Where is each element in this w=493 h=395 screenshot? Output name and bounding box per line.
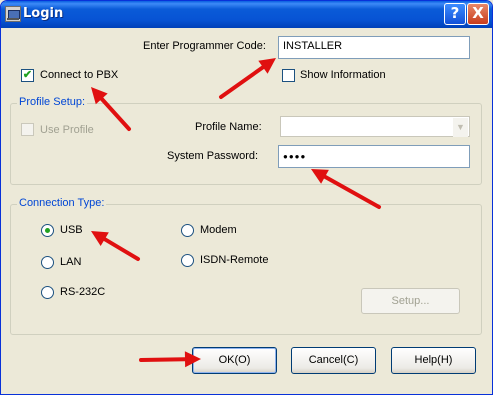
isdn-remote-label[interactable]: ISDN-Remote: [200, 254, 268, 266]
profile-name-label: Profile Name:: [195, 121, 262, 133]
connection-type-title: Connection Type:: [17, 197, 107, 209]
help-button[interactable]: Help(H): [391, 347, 476, 374]
connect-to-pbx-label[interactable]: Connect to PBX: [40, 69, 118, 81]
title-bar[interactable]: Login ? X: [1, 1, 492, 28]
system-password-label: System Password:: [167, 150, 259, 162]
lan-radio[interactable]: [41, 256, 54, 269]
rs232c-radio[interactable]: [41, 286, 54, 299]
profile-name-select: ▼: [280, 116, 470, 137]
cancel-button[interactable]: Cancel(C): [291, 347, 376, 374]
usb-radio[interactable]: [41, 224, 54, 237]
connect-to-pbx-checkbox[interactable]: ✔: [21, 69, 34, 82]
help-title-button[interactable]: ?: [444, 3, 466, 25]
profile-setup-title: Profile Setup:: [17, 96, 88, 108]
programmer-code-input[interactable]: INSTALLER: [278, 36, 470, 59]
show-information-label[interactable]: Show Information: [300, 69, 386, 81]
programmer-code-label: Enter Programmer Code:: [143, 40, 266, 52]
use-profile-checkbox: [21, 123, 34, 136]
usb-label[interactable]: USB: [60, 224, 83, 236]
arrow-to-programmer-code: [219, 58, 276, 99]
window-title: Login: [23, 6, 64, 21]
login-dialog: Login ? X Enter Programmer Code: INSTALL…: [0, 0, 493, 395]
ok-button[interactable]: OK(O): [192, 347, 277, 374]
close-button[interactable]: X: [467, 3, 489, 25]
system-password-input[interactable]: ●●●●: [278, 145, 470, 168]
setup-button: Setup...: [361, 288, 460, 314]
rs232c-label[interactable]: RS-232C: [60, 286, 105, 298]
show-information-checkbox[interactable]: [282, 69, 295, 82]
isdn-remote-radio[interactable]: [181, 254, 194, 267]
use-profile-label: Use Profile: [40, 124, 94, 136]
chevron-down-icon: ▼: [453, 118, 468, 137]
modem-radio[interactable]: [181, 224, 194, 237]
lan-label[interactable]: LAN: [60, 256, 81, 268]
app-icon: [5, 6, 21, 22]
modem-label[interactable]: Modem: [200, 224, 237, 236]
